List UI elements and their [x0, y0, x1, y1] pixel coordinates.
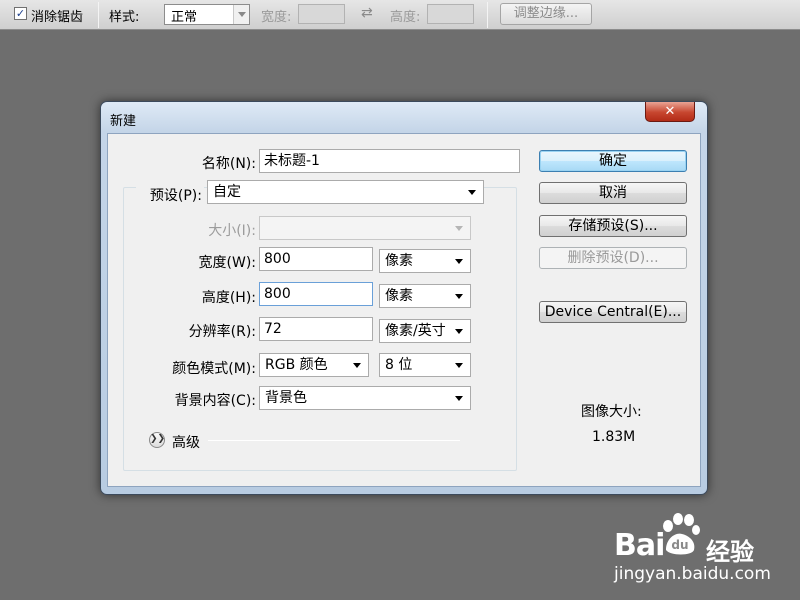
delete-preset-button[interactable]: 删除预设(D)...	[539, 247, 687, 269]
width-label: 宽度(W):	[198, 255, 256, 271]
expand-advanced-icon[interactable]: ❯❯	[149, 432, 165, 448]
background-select[interactable]: 背景色	[259, 386, 471, 410]
resolution-input[interactable]: 72	[259, 317, 373, 341]
height-label: 高度:	[390, 10, 421, 25]
height-unit-value: 像素	[385, 288, 413, 304]
chevron-down-icon	[468, 190, 476, 195]
chevron-down-icon	[455, 396, 463, 401]
color-mode-label: 颜色模式(M):	[172, 361, 256, 377]
height-input[interactable]: 800	[259, 282, 373, 306]
chevron-down-icon	[233, 5, 249, 24]
background-label: 背景内容(C):	[174, 393, 256, 409]
chevron-down-icon	[353, 363, 361, 368]
toolbar-divider	[98, 2, 99, 28]
background-value: 背景色	[265, 390, 307, 406]
dialog-body: 名称(N): 未标题-1 预设(P): 自定 大小(I): 宽度(W): 800…	[107, 133, 701, 487]
options-bar: ✓ 消除锯齿 样式: 正常 宽度: ⇄ 高度: 调整边缘...	[0, 0, 800, 30]
height-input[interactable]	[427, 4, 474, 24]
preset-label: 预设(P):	[136, 185, 204, 205]
watermark-brand-suffix: 经验	[706, 538, 754, 566]
height-unit-select[interactable]: 像素	[379, 284, 471, 308]
width-input[interactable]	[298, 4, 345, 24]
swap-icon[interactable]: ⇄	[361, 5, 373, 21]
watermark-url: jingyan.baidu.com	[614, 564, 771, 584]
new-document-dialog: 新建 ✕ 名称(N): 未标题-1 预设(P): 自定 大小(I): 宽度(W)…	[100, 101, 708, 495]
resolution-unit-select[interactable]: 像素/英寸	[379, 319, 471, 343]
color-mode-value: RGB 颜色	[265, 357, 328, 373]
paw-logo-icon: du	[663, 513, 700, 555]
name-input[interactable]: 未标题-1	[259, 149, 520, 173]
style-select[interactable]: 正常	[164, 4, 250, 25]
style-select-value: 正常	[171, 10, 198, 25]
name-label: 名称(N):	[201, 156, 256, 172]
image-size-value: 1.83M	[592, 429, 636, 445]
chevron-down-icon	[455, 294, 463, 299]
antialias-checkbox[interactable]: ✓	[14, 7, 27, 20]
svg-text:du: du	[671, 538, 688, 552]
dialog-title: 新建	[110, 114, 137, 129]
preset-select-value: 自定	[213, 184, 241, 200]
size-select[interactable]	[259, 216, 471, 240]
refine-edge-button[interactable]: 调整边缘...	[500, 3, 592, 25]
color-mode-select[interactable]: RGB 颜色	[259, 353, 369, 377]
save-preset-button[interactable]: 存储预设(S)...	[539, 215, 687, 237]
width-unit-select[interactable]: 像素	[379, 249, 471, 273]
cancel-button[interactable]: 取消	[539, 182, 687, 204]
bit-depth-value: 8 位	[385, 357, 413, 373]
resolution-label: 分辨率(R):	[188, 324, 256, 340]
watermark-brand: Bai	[614, 528, 665, 563]
antialias-label[interactable]: 消除锯齿	[31, 6, 83, 25]
device-central-button[interactable]: Device Central(E)...	[539, 301, 687, 323]
height-label: 高度(H):	[201, 290, 256, 306]
close-button[interactable]: ✕	[645, 102, 695, 122]
resolution-unit-value: 像素/英寸	[385, 323, 446, 339]
image-size-label: 图像大小:	[581, 404, 642, 420]
close-icon: ✕	[664, 104, 676, 119]
style-label: 样式:	[109, 10, 140, 25]
chevron-down-icon	[455, 259, 463, 264]
ok-button[interactable]: 确定	[539, 150, 687, 172]
bit-depth-select[interactable]: 8 位	[379, 353, 471, 377]
width-unit-value: 像素	[385, 253, 413, 269]
size-label: 大小(I):	[208, 223, 256, 239]
advanced-divider	[208, 440, 460, 441]
toolbar-divider	[487, 2, 488, 28]
advanced-label[interactable]: 高级	[172, 432, 200, 452]
preset-select[interactable]: 自定	[207, 180, 484, 204]
width-input[interactable]: 800	[259, 247, 373, 271]
width-label: 宽度:	[261, 10, 292, 25]
chevron-down-icon	[455, 363, 463, 368]
chevron-down-icon	[455, 226, 463, 231]
chevron-down-icon	[455, 329, 463, 334]
